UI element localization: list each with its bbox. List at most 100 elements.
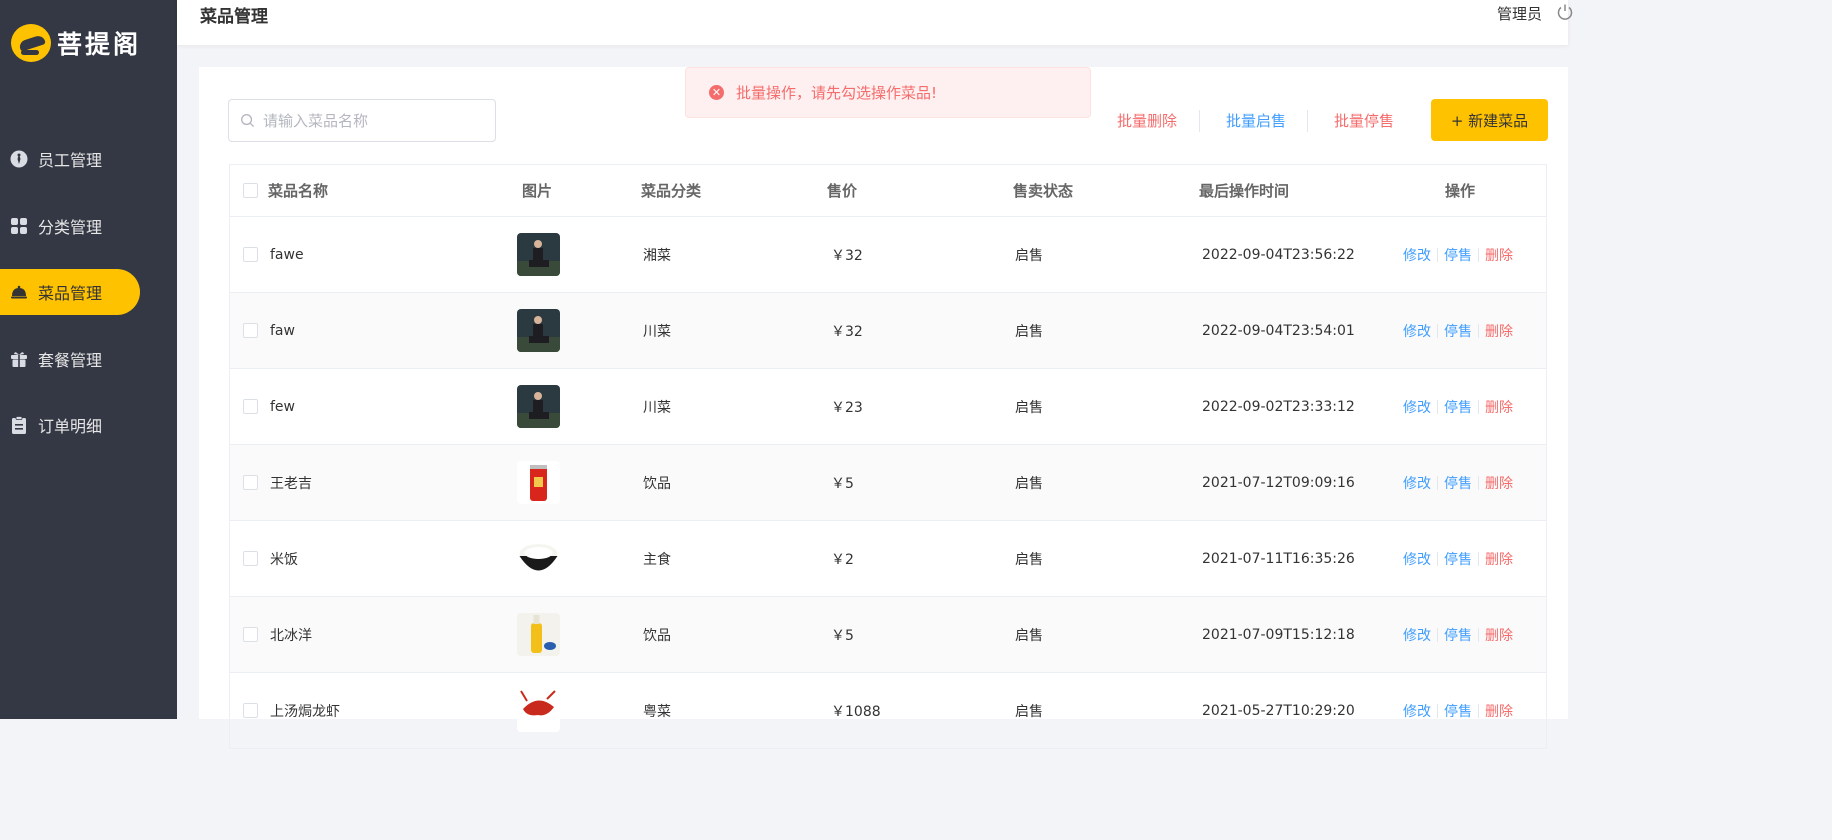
disable-link[interactable]: 停售 [1444,397,1472,417]
sidebar-item-combo[interactable]: 套餐管理 [0,336,177,382]
dish-updated: 2021-07-12T09:09:16 [1202,474,1355,491]
dish-status: 启售 [1015,627,1043,644]
dish-updated: 2022-09-02T23:33:12 [1202,398,1355,415]
dish-updated: 2022-09-04T23:56:22 [1202,246,1355,263]
table-row: few 川菜 ￥23 启售 2022-09-02T23:33:12 修改 停售 … [230,369,1546,445]
row-checkbox[interactable] [243,247,258,262]
disable-link[interactable]: 停售 [1444,321,1472,341]
dish-thumbnail [517,385,560,428]
batch-delete-link[interactable]: 批量删除 [1117,110,1177,131]
row-actions: 修改 停售 删除 [1403,473,1513,493]
divider [1478,323,1479,338]
delete-link[interactable]: 删除 [1485,625,1513,645]
category-grid-icon [10,217,28,235]
disable-link[interactable]: 停售 [1444,625,1472,645]
delete-link[interactable]: 删除 [1485,321,1513,341]
disable-link[interactable]: 停售 [1444,701,1472,721]
error-toast: ✕ 批量操作，请先勾选操作菜品! [685,67,1091,118]
dish-price: ￥32 [831,247,863,264]
dish-category: 川菜 [643,323,671,340]
row-checkbox[interactable] [243,703,258,718]
gift-icon [10,350,28,368]
edit-link[interactable]: 修改 [1403,245,1431,265]
row-actions: 修改 停售 删除 [1403,625,1513,645]
delete-link[interactable]: 删除 [1485,549,1513,569]
dish-thumbnail [517,461,560,504]
header-status: 售卖状态 [1013,182,1074,200]
delete-link[interactable]: 删除 [1485,245,1513,265]
header-price: 售价 [827,182,858,200]
dish-updated: 2022-09-04T23:54:01 [1202,322,1355,339]
disable-link[interactable]: 停售 [1444,473,1472,493]
sidebar-item-label: 菜品管理 [38,284,103,303]
table-row: fawe 湘菜 ￥32 启售 2022-09-04T23:56:22 修改 停售… [230,217,1546,293]
row-actions: 修改 停售 删除 [1403,321,1513,341]
sidebar-nav: 员工管理 分类管理 菜品管理 套餐管理 订单明细 [0,136,177,469]
dish-updated: 2021-05-27T10:29:20 [1202,702,1355,719]
dish-status: 启售 [1015,551,1043,568]
divider [1478,551,1479,566]
dish-status: 启售 [1015,399,1043,416]
edit-link[interactable]: 修改 [1403,549,1431,569]
select-all-checkbox[interactable] [243,183,258,198]
divider [1437,551,1438,566]
table-row: faw 川菜 ￥32 启售 2022-09-04T23:54:01 修改 停售 … [230,293,1546,369]
delete-link[interactable]: 删除 [1485,397,1513,417]
logout-power-icon[interactable] [1556,3,1574,21]
sidebar-item-category[interactable]: 分类管理 [0,203,177,249]
dish-thumbnail [517,309,560,352]
logo-icon [11,24,51,62]
batch-disable-link[interactable]: 批量停售 [1334,110,1394,131]
row-checkbox[interactable] [243,551,258,566]
clipboard-icon [10,416,28,434]
edit-link[interactable]: 修改 [1403,701,1431,721]
sidebar-item-dishes[interactable]: 菜品管理 [0,269,140,315]
delete-link[interactable]: 删除 [1485,473,1513,493]
dish-price: ￥23 [831,399,863,416]
sidebar-item-label: 订单明细 [38,417,103,436]
row-checkbox[interactable] [243,475,258,490]
search-input[interactable] [263,111,483,130]
table-row: 上汤焗龙虾 粤菜 ￥1088 启售 2021-05-27T10:29:20 修改… [230,673,1546,749]
dish-status: 启售 [1015,703,1043,720]
dish-updated: 2021-07-09T15:12:18 [1202,626,1355,643]
table-row: 北冰洋 饮品 ￥5 启售 2021-07-09T15:12:18 修改 停售 删… [230,597,1546,673]
search-box[interactable] [228,99,496,142]
disable-link[interactable]: 停售 [1444,245,1472,265]
divider [1478,703,1479,718]
batch-enable-link[interactable]: 批量启售 [1226,110,1286,131]
table-header: 菜品名称 图片 菜品分类 售价 售卖状态 最后操作时间 操作 [230,165,1546,217]
dish-price: ￥5 [831,627,854,644]
sidebar-item-staff[interactable]: 员工管理 [0,136,177,182]
dish-price: ￥32 [831,323,863,340]
dish-category: 湘菜 [643,247,671,264]
divider [1437,475,1438,490]
row-checkbox[interactable] [243,627,258,642]
header-actions: 操作 [1445,182,1476,200]
user-name[interactable]: 管理员 [1497,3,1542,24]
dish-thumbnail [517,537,560,580]
new-dish-button[interactable]: + 新建菜品 [1431,99,1548,141]
page-title: 菜品管理 [200,7,268,27]
logo: 菩提阁 [11,24,141,62]
edit-link[interactable]: 修改 [1403,625,1431,645]
disable-link[interactable]: 停售 [1444,549,1472,569]
dish-table: 菜品名称 图片 菜品分类 售价 售卖状态 最后操作时间 操作 fawe 湘菜 ￥… [229,164,1547,749]
staff-icon [10,150,28,168]
row-checkbox[interactable] [243,399,258,414]
dish-name: 米饭 [270,551,298,568]
header-category: 菜品分类 [641,182,702,200]
dish-thumbnail [517,689,560,732]
table-row: 王老吉 饮品 ￥5 启售 2021-07-12T09:09:16 修改 停售 删… [230,445,1546,521]
sidebar-item-orders[interactable]: 订单明细 [0,402,177,448]
row-checkbox[interactable] [243,323,258,338]
edit-link[interactable]: 修改 [1403,473,1431,493]
edit-link[interactable]: 修改 [1403,321,1431,341]
divider [1437,399,1438,414]
divider [1437,627,1438,642]
delete-link[interactable]: 删除 [1485,701,1513,721]
divider [1478,247,1479,262]
error-close-icon: ✕ [709,85,724,100]
dish-category: 主食 [643,551,671,568]
edit-link[interactable]: 修改 [1403,397,1431,417]
